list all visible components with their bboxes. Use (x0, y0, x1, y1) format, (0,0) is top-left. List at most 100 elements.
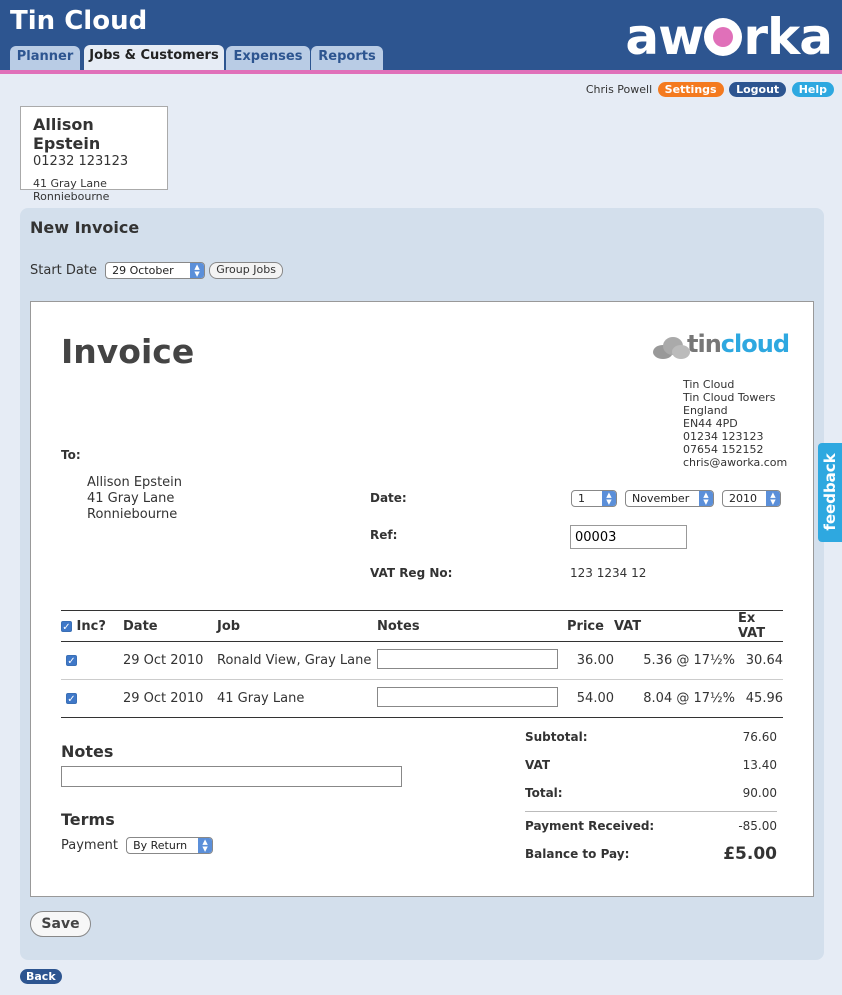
ref-input[interactable]: 00003 (570, 525, 687, 549)
to-line: Ronniebourne (87, 507, 178, 522)
panel-title: New Invoice (30, 218, 140, 237)
group-jobs-button[interactable]: Group Jobs (209, 262, 283, 279)
date-year-select[interactable]: 2010 ▲ ▼ (722, 490, 781, 507)
to-address: Allison Epstein 41 Gray Lane Ronniebourn… (87, 475, 182, 523)
user-name: Chris Powell (585, 83, 653, 96)
help-button[interactable]: Help (791, 82, 834, 97)
select-arrows-icon: ▲ ▼ (766, 491, 780, 506)
col-inc-label: Inc? (76, 618, 106, 634)
row-notes-input[interactable] (377, 648, 558, 669)
col-date: Date (123, 610, 217, 642)
balance-row: Balance to Pay: £5.00 (525, 841, 777, 869)
balance-label: Balance to Pay: (525, 847, 630, 861)
notes-textarea[interactable] (61, 766, 402, 787)
payment-select[interactable]: By Return ▲ ▼ (126, 837, 214, 854)
company-email: chris@aworka.com (683, 456, 788, 469)
customer-address-line: 41 Gray Lane (33, 177, 107, 190)
company-line: EN44 4PD (683, 417, 738, 430)
notes-heading: Notes (61, 742, 114, 761)
totals-block: Subtotal: 76.60 VAT 13.40 Total: 90.00 P… (525, 727, 777, 869)
date-year-value: 2010 (729, 492, 757, 505)
invoice-title: Invoice (61, 332, 195, 371)
app-title: Tin Cloud (10, 6, 148, 36)
company-line: England (683, 404, 728, 417)
subtotal-value: 76.60 (742, 730, 777, 744)
row-date: 29 Oct 2010 (123, 641, 217, 680)
start-date-value: 29 October (112, 264, 174, 277)
to-line: 41 Gray Lane (87, 491, 175, 506)
row-job: 41 Gray Lane (217, 679, 377, 718)
tab-planner[interactable]: Planner (10, 46, 80, 70)
row-vat: 5.36 @ 17½% (614, 641, 738, 680)
customer-card: Allison Epstein 01232 123123 41 Gray Lan… (20, 106, 168, 203)
terms-heading: Terms (61, 810, 115, 829)
new-invoice-panel: New Invoice Start Date 29 October ▲ ▼ Gro… (20, 208, 824, 960)
start-date-row: Start Date 29 October ▲ ▼ Group Jobs (30, 262, 283, 279)
table-row: ✓ 29 Oct 2010 Ronald View, Gray Lane 36.… (61, 641, 783, 680)
aworka-logo: aw rka (625, 8, 833, 66)
row-vat: 8.04 @ 17½% (614, 679, 738, 718)
vat-total-value: 13.40 (742, 758, 777, 772)
row-notes (377, 641, 567, 680)
tab-reports[interactable]: Reports (311, 46, 383, 70)
row-notes (377, 679, 567, 718)
customer-phone: 01232 123123 (33, 154, 129, 169)
date-month-value: November (632, 492, 690, 505)
subtotal-label: Subtotal: (525, 730, 588, 744)
cloud-icon (653, 337, 690, 359)
vat-reg-label: VAT Reg No: (370, 566, 453, 580)
vat-reg-number: 123 1234 12 (570, 566, 647, 580)
start-date-label: Start Date (30, 263, 97, 278)
payment-row: Payment By Return ▲ ▼ (61, 837, 214, 854)
payment-label: Payment (61, 838, 118, 853)
invoice-items-table: ✓ Inc? Date Job Notes Price VAT Ex VAT ✓… (61, 610, 783, 718)
payment-received-row: Payment Received: -85.00 (525, 811, 777, 841)
company-line: Tin Cloud Towers (683, 391, 776, 404)
company-address: Tin Cloud Tin Cloud Towers England EN44 … (683, 378, 787, 469)
settings-button[interactable]: Settings (657, 82, 724, 97)
ref-label: Ref: (370, 528, 398, 542)
payment-received-value: -85.00 (738, 819, 777, 833)
payment-received-label: Payment Received: (525, 819, 655, 833)
logo-tin-text: tin (687, 330, 722, 358)
include-checkbox[interactable]: ✓ (66, 655, 77, 667)
row-job: Ronald View, Gray Lane (217, 641, 377, 680)
tab-jobs-customers[interactable]: Jobs & Customers (84, 45, 224, 70)
subtotal-row: Subtotal: 76.60 (525, 727, 777, 755)
col-notes: Notes (377, 610, 567, 642)
select-all-checkbox[interactable]: ✓ (61, 620, 72, 633)
col-job: Job (217, 610, 377, 642)
logo-o-icon (704, 18, 743, 56)
feedback-tab[interactable]: feedback (818, 443, 842, 542)
logout-button[interactable]: Logout (729, 82, 787, 97)
row-exvat: 45.96 (738, 679, 783, 718)
date-label: Date: (370, 491, 407, 505)
back-button[interactable]: Back (20, 969, 62, 984)
tincloud-logo: tincloud (651, 330, 790, 364)
vat-total-label: VAT (525, 758, 551, 772)
tab-expenses[interactable]: Expenses (226, 46, 310, 70)
payment-value: By Return (133, 839, 188, 852)
col-inc: ✓ Inc? (61, 610, 123, 642)
date-month-select[interactable]: November ▲ ▼ (625, 490, 714, 507)
customer-name: Allison Epstein (33, 115, 101, 153)
select-arrows-icon: ▲ ▼ (699, 491, 713, 506)
vat-row: VAT 13.40 (525, 755, 777, 783)
date-day-value: 1 (578, 492, 585, 505)
col-exvat: Ex VAT (738, 610, 783, 642)
save-button[interactable]: Save (30, 911, 91, 937)
header-divider (0, 70, 842, 74)
col-vat: VAT (614, 610, 738, 642)
include-checkbox[interactable]: ✓ (66, 693, 77, 705)
row-exvat: 30.64 (738, 641, 783, 680)
row-include: ✓ (61, 679, 123, 718)
start-date-select[interactable]: 29 October ▲ ▼ (105, 262, 206, 279)
to-line: Allison Epstein (87, 475, 183, 490)
row-price: 54.00 (567, 679, 614, 718)
row-include: ✓ (61, 641, 123, 680)
logo-cloud-text: cloud (720, 330, 790, 358)
date-day-select[interactable]: 1 ▲ ▼ (571, 490, 617, 507)
select-arrows-icon: ▲ ▼ (198, 838, 213, 853)
table-header-row: ✓ Inc? Date Job Notes Price VAT Ex VAT (61, 610, 783, 642)
row-notes-input[interactable] (377, 686, 558, 707)
